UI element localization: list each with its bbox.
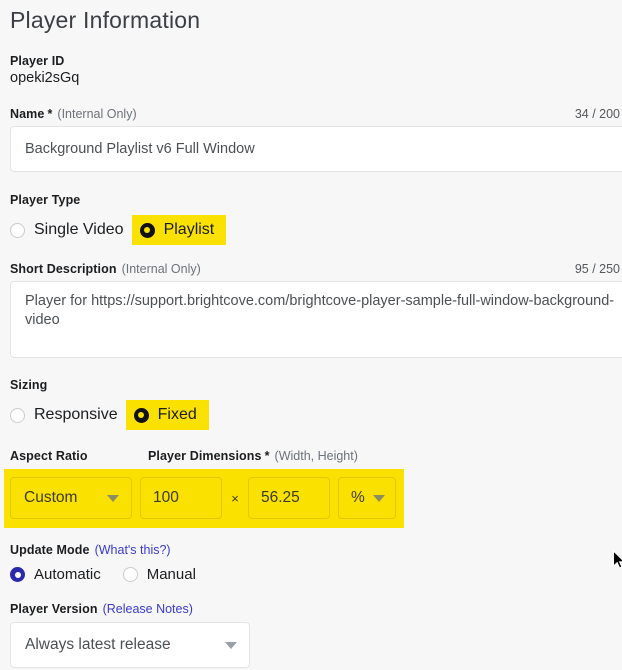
page-title: Player Information [10,7,201,33]
player-version-group: Player Version (Release Notes) Always la… [10,602,622,668]
player-version-value: Always latest release [25,636,171,653]
aspect-ratio-value: Custom [24,489,78,506]
name-label: Name [10,107,45,121]
height-input[interactable]: 56.25 [248,477,330,519]
release-notes-link[interactable]: (Release Notes) [103,602,193,616]
player-type-label: Player Type [10,193,81,207]
short-description-label: Short Description [10,262,117,276]
radio-icon-playlist [139,222,155,238]
dimensions-label-row: Aspect Ratio Player Dimensions * (Width,… [10,447,622,465]
update-mode-label-row: Update Mode (What's this?) [10,543,622,557]
sizing-radio-group: Responsive Fixed [10,400,622,430]
dimensions-hint: (Width, Height) [274,449,358,463]
whats-this-link[interactable]: (What's this?) [95,543,171,557]
update-mode-radio-group: Automatic Manual [10,563,622,586]
chevron-down-icon-unit [373,494,385,502]
short-description-textarea[interactable]: Player for https://support.brightcove.co… [10,281,622,358]
radio-label-fixed: Fixed [157,406,197,423]
chevron-down-icon-aspect-ratio [107,494,119,502]
radio-icon-single-video [10,222,25,238]
name-char-counter: 34 / 200 [574,107,620,121]
player-version-select[interactable]: Always latest release [10,622,250,668]
radio-automatic[interactable]: Automatic [10,563,123,586]
radio-manual[interactable]: Manual [122,563,204,586]
dimensions-required-marker: * [264,449,270,463]
unit-value: % [351,489,365,506]
unit-select[interactable]: % [338,477,396,519]
aspect-ratio-label: Aspect Ratio [10,449,88,463]
short-description-char-counter: 95 / 250 [574,262,620,276]
radio-fixed[interactable]: Fixed [125,400,209,430]
radio-playlist[interactable]: Playlist [131,215,227,245]
short-description-internal-note: (Internal Only) [121,262,201,276]
name-label-row: Name * (Internal Only) 34 / 200 [10,107,622,121]
name-required-marker: * [47,107,53,121]
radio-icon-fixed [133,407,149,423]
dimensions-group: Aspect Ratio Player Dimensions * (Width,… [4,447,622,528]
sizing-group: Sizing Responsive Fixed [10,376,622,430]
short-description-label-row: Short Description (Internal Only) 95 / 2… [10,262,622,276]
radio-label-single-video: Single Video [34,221,124,238]
name-input[interactable] [10,126,622,172]
radio-label-manual: Manual [146,566,196,583]
width-input[interactable]: 100 [140,477,222,519]
update-mode-label: Update Mode [10,543,90,557]
radio-icon-automatic [10,567,25,582]
radio-label-playlist: Playlist [163,221,215,238]
radio-responsive[interactable]: Responsive [10,403,126,427]
height-value: 56.25 [261,489,300,506]
player-information-form: Player Information Player ID opeki2sGq N… [0,0,622,668]
dimension-separator: × [231,490,239,506]
player-dimensions-label: Player Dimensions [148,449,262,463]
player-id-label: Player ID [10,54,65,68]
short-description-group: Short Description (Internal Only) 95 / 2… [10,262,622,358]
player-id-value: opeki2sGq [10,70,80,86]
radio-single-video[interactable]: Single Video [10,218,132,242]
player-id-group: Player ID opeki2sGq [10,54,622,86]
name-internal-note: (Internal Only) [57,107,137,121]
chevron-down-icon-player-version [225,641,237,649]
radio-label-responsive: Responsive [34,406,118,423]
player-type-radio-group: Single Video Playlist [10,215,622,245]
radio-icon-responsive [10,407,25,423]
name-group: Name * (Internal Only) 34 / 200 [10,107,622,172]
dimensions-highlight-band: Custom 100 × 56.25 % [4,469,404,528]
radio-label-automatic: Automatic [34,566,101,583]
width-value: 100 [153,489,179,506]
mouse-cursor-icon [613,550,622,569]
player-version-label-row: Player Version (Release Notes) [10,602,622,616]
aspect-ratio-select[interactable]: Custom [10,477,132,519]
sizing-label: Sizing [10,378,48,392]
player-version-label: Player Version [10,602,98,616]
player-type-group: Player Type Single Video Playlist [10,191,622,245]
update-mode-group: Update Mode (What's this?) Automatic Man… [10,543,622,586]
radio-icon-manual [122,567,138,582]
